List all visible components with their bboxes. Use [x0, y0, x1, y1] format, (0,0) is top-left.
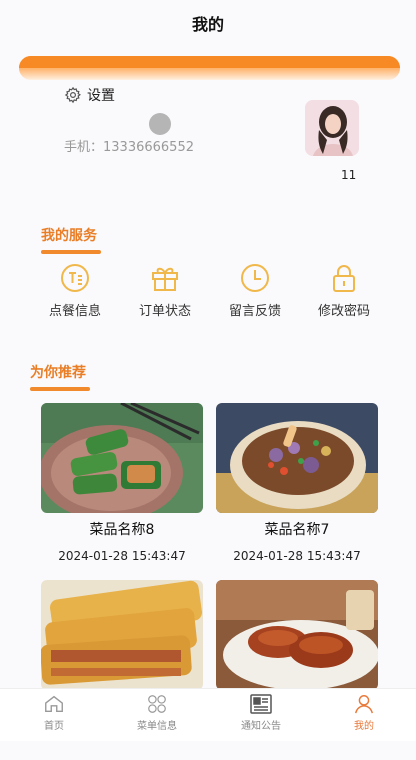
- service-change-password[interactable]: 修改密码: [304, 262, 384, 319]
- gift-box-icon: [152, 267, 178, 291]
- grid-icon: [148, 695, 166, 713]
- services-title-underline: [41, 250, 101, 254]
- service-order-info[interactable]: 点餐信息: [35, 262, 115, 319]
- dish-image: [216, 580, 378, 690]
- tab-bar: 首页 菜单信息 通知公告 我的: [0, 688, 416, 741]
- dish-image: [41, 580, 203, 690]
- tab-label: 通知公告: [241, 721, 281, 732]
- dish-image: [216, 403, 378, 513]
- tab-home[interactable]: 首页: [14, 693, 94, 732]
- lock-icon: [333, 265, 355, 292]
- service-order-status[interactable]: 订单状态: [125, 262, 205, 319]
- dish-time: 2024-01-28 15:43:47: [58, 549, 186, 563]
- phone-number: 手机：13336666552: [64, 140, 194, 155]
- dish-card[interactable]: 菜品名称8 2024-01-28 15:43:47: [41, 403, 203, 583]
- clock-icon: [241, 264, 269, 292]
- recommend-title: 为你推荐: [30, 362, 90, 391]
- tab-label: 菜单信息: [137, 721, 177, 732]
- service-label: 订单状态: [138, 304, 191, 319]
- person-icon: [355, 695, 373, 714]
- service-label: 点餐信息: [48, 304, 101, 319]
- order-info-icon: [61, 264, 89, 292]
- loading-dot: [149, 113, 171, 135]
- recommend-title-text: 为你推荐: [30, 365, 86, 381]
- service-label: 留言反馈: [228, 304, 281, 319]
- services-title: 我的服务: [41, 225, 101, 254]
- dish-name: 菜品名称7: [264, 522, 330, 538]
- newspaper-icon: [250, 694, 272, 714]
- tab-label: 我的: [354, 721, 374, 732]
- dish-image: [41, 403, 203, 513]
- avatar-label: 11: [341, 168, 357, 182]
- tab-label: 首页: [44, 721, 64, 732]
- services-title-text: 我的服务: [41, 228, 97, 244]
- dish-name: 菜品名称8: [89, 522, 155, 538]
- header-banner: [19, 56, 400, 80]
- service-label: 修改密码: [317, 304, 370, 319]
- service-feedback[interactable]: 留言反馈: [215, 262, 295, 319]
- settings-label: 设置: [87, 88, 115, 104]
- services-grid: 点餐信息 订单状态 留言反馈 修改密码: [35, 262, 387, 322]
- page-title: 我的: [191, 15, 224, 34]
- home-icon: [45, 695, 63, 713]
- dish-card[interactable]: 菜品名称7 2024-01-28 15:43:47: [216, 403, 378, 583]
- gear-icon: [64, 86, 81, 104]
- settings-button[interactable]: 设置: [64, 85, 115, 105]
- tab-notices[interactable]: 通知公告: [221, 693, 301, 732]
- recommend-title-underline: [30, 387, 90, 391]
- avatar[interactable]: [305, 100, 359, 156]
- tab-menu[interactable]: 菜单信息: [117, 693, 197, 732]
- dish-time: 2024-01-28 15:43:47: [233, 549, 361, 563]
- tab-mine[interactable]: 我的: [324, 693, 404, 732]
